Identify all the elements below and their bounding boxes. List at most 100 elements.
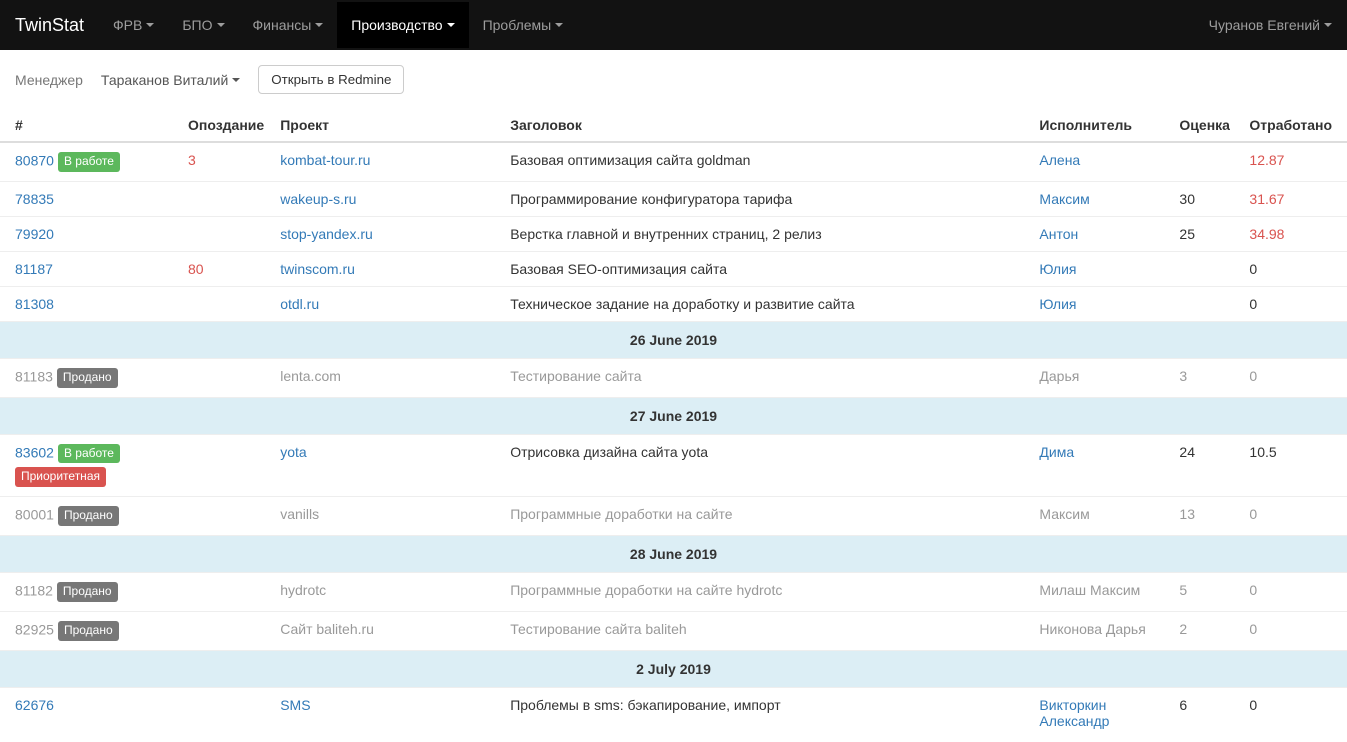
executor-link[interactable]: Викторкин Александр [1039, 697, 1109, 729]
executor-link[interactable]: Дима [1039, 444, 1074, 460]
project-link[interactable]: twinscom.ru [280, 261, 355, 277]
table-row: 82925ПроданоСайт baliteh.ruТестирование … [0, 611, 1347, 650]
table-row: 62676 SMS Проблемы в sms: бэкапирование, и… [0, 687, 1347, 738]
late-cell [180, 181, 272, 216]
worked-cell: 34.98 [1241, 216, 1347, 251]
executor-link[interactable]: Дарья [1039, 368, 1079, 384]
table-row: 80001ПроданоvanillsПрограммные доработки… [0, 497, 1347, 536]
estimate-cell: 30 [1171, 181, 1241, 216]
title-cell: Базовая оптимизация сайта goldman [502, 142, 1031, 181]
table-row: 81183Проданоlenta.comТестирование сайтаД… [0, 358, 1347, 397]
project-link[interactable]: wakeup-s.ru [280, 191, 356, 207]
task-id-link[interactable]: 80001 [15, 507, 54, 523]
title-cell: Отрисовка дизайна сайта yota [502, 434, 1031, 497]
col-worked: Отработано [1241, 109, 1347, 142]
executor-link[interactable]: Юлия [1039, 296, 1076, 312]
status-badge: В работе [58, 152, 120, 172]
manager-label: Менеджер [15, 72, 83, 88]
chevron-down-icon [1324, 23, 1332, 27]
estimate-cell: 5 [1171, 572, 1241, 611]
chevron-down-icon [315, 23, 323, 27]
executor-link[interactable]: Антон [1039, 226, 1078, 242]
nav-item[interactable]: ФРВ [99, 2, 168, 48]
project-link[interactable]: vanills [280, 506, 319, 522]
project-link[interactable]: stop-yandex.ru [280, 226, 373, 242]
nav-item[interactable]: Финансы [239, 2, 338, 48]
task-id-link[interactable]: 81187 [15, 261, 53, 277]
worked-cell: 0 [1241, 611, 1347, 650]
status-badge: Продано [58, 506, 119, 526]
table-header-row: # Опоздание Проект Заголовок Исполнитель… [0, 109, 1347, 142]
project-link[interactable]: yota [280, 444, 306, 460]
date-separator-row: 27 June 2019 [0, 397, 1347, 434]
user-menu[interactable]: Чуранов Евгений [1209, 17, 1332, 33]
table-row: 81182ПроданоhydrotcПрограммные доработки… [0, 572, 1347, 611]
worked-cell: 0 [1241, 497, 1347, 536]
nav-item-label: Финансы [253, 17, 312, 33]
worked-cell: 12.87 [1241, 142, 1347, 181]
late-cell [180, 286, 272, 321]
executor-link[interactable]: Милаш Максим [1039, 582, 1140, 598]
project-link[interactable]: otdl.ru [280, 296, 319, 312]
estimate-cell [1171, 286, 1241, 321]
title-cell: Верстка главной и внутренних страниц, 2 … [502, 216, 1031, 251]
priority-badge: Приоритетная [15, 467, 106, 487]
project-link[interactable]: lenta.com [280, 368, 341, 384]
date-label: 28 June 2019 [0, 535, 1347, 572]
project-link[interactable]: SMS [280, 697, 310, 713]
task-id-link[interactable]: 81308 [15, 296, 54, 312]
task-id-link[interactable]: 82925 [15, 621, 54, 637]
executor-link[interactable]: Максим [1039, 191, 1089, 207]
project-link[interactable]: kombat-tour.ru [280, 152, 370, 168]
task-id-link[interactable]: 81182 [15, 583, 53, 599]
worked-cell: 31.67 [1241, 181, 1347, 216]
late-cell [180, 358, 272, 397]
nav-item[interactable]: Проблемы [469, 2, 578, 48]
task-id-link[interactable]: 81183 [15, 368, 53, 384]
project-link[interactable]: Сайт baliteh.ru [280, 621, 374, 637]
worked-cell: 10.5 [1241, 434, 1347, 497]
executor-link[interactable]: Юлия [1039, 261, 1076, 277]
project-link[interactable]: hydrotc [280, 582, 326, 598]
user-name: Чуранов Евгений [1209, 17, 1320, 33]
date-label: 26 June 2019 [0, 321, 1347, 358]
late-cell [180, 497, 272, 536]
table-row: 83602В работеПриоритетнаяyotaОтрисовка д… [0, 434, 1347, 497]
task-id-link[interactable]: 79920 [15, 226, 54, 242]
title-cell: Проблемы в sms: бэкапирование, импорт [502, 687, 1031, 738]
status-badge: Продано [58, 621, 119, 641]
estimate-cell [1171, 142, 1241, 181]
estimate-cell: 6 [1171, 687, 1241, 738]
nav-item[interactable]: БПО [168, 2, 238, 48]
estimate-cell [1171, 251, 1241, 286]
chevron-down-icon [146, 23, 154, 27]
chevron-down-icon [555, 23, 563, 27]
table-row: 79920 stop-yandex.ru Верстка главной и вну… [0, 216, 1347, 251]
title-cell: Тестирование сайта [502, 358, 1031, 397]
nav-item[interactable]: Производство [337, 2, 468, 48]
executor-link[interactable]: Никонова Дарья [1039, 621, 1145, 637]
nav-item-label: ФРВ [113, 17, 142, 33]
manager-dropdown[interactable]: Тараканов Виталий [101, 72, 240, 88]
task-id-link[interactable]: 62676 [15, 697, 54, 713]
worked-cell: 0 [1241, 572, 1347, 611]
task-id-link[interactable]: 83602 [15, 444, 54, 460]
task-id-link[interactable]: 80870 [15, 153, 54, 169]
chevron-down-icon [232, 78, 240, 82]
chevron-down-icon [217, 23, 225, 27]
executor-link[interactable]: Максим [1039, 506, 1089, 522]
tasks-table: # Опоздание Проект Заголовок Исполнитель… [0, 109, 1347, 738]
worked-cell: 0 [1241, 358, 1347, 397]
estimate-cell: 13 [1171, 497, 1241, 536]
late-cell [180, 434, 272, 497]
task-id-link[interactable]: 78835 [15, 191, 54, 207]
table-row: 78835wakeup-s.ruПрограммирование конфигу… [0, 181, 1347, 216]
nav-item-label: Производство [351, 17, 442, 33]
executor-link[interactable]: Алена [1039, 152, 1080, 168]
open-redmine-button[interactable]: Открыть в Redmine [258, 65, 404, 94]
brand[interactable]: TwinStat [15, 15, 99, 36]
date-separator-row: 28 June 2019 [0, 535, 1347, 572]
status-badge: Продано [57, 582, 118, 602]
table-row: 81308otdl.ruТехническое задание на дораб… [0, 286, 1347, 321]
col-executor: Исполнитель [1031, 109, 1171, 142]
